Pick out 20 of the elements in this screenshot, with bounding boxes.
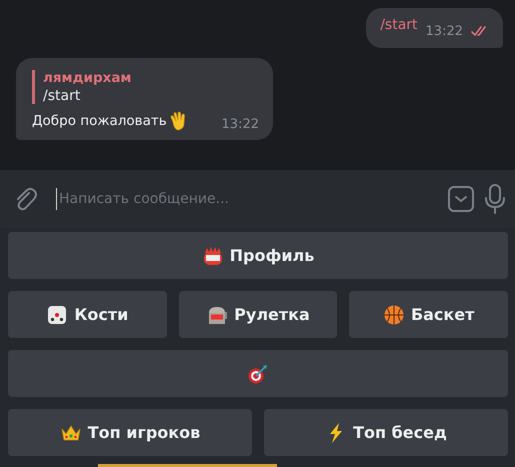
message-text: Добро пожаловать bbox=[32, 113, 167, 129]
basketball-icon bbox=[382, 304, 405, 326]
keyboard-button[interactable]: Кости bbox=[8, 291, 167, 338]
keyboard-button[interactable]: Топ игроков bbox=[8, 409, 252, 456]
reply-author: лямдирхам bbox=[43, 70, 132, 86]
message-time: 13:22 bbox=[222, 116, 259, 132]
keyboard-toggle-icon[interactable] bbox=[447, 185, 475, 213]
message-composer[interactable]: Написать сообщение... bbox=[0, 170, 515, 228]
name-badge-icon bbox=[202, 244, 224, 266]
dice-icon bbox=[46, 304, 68, 326]
reply-quote[interactable]: лямдирхам /start bbox=[32, 70, 259, 104]
microphone-icon[interactable] bbox=[483, 184, 507, 214]
keyboard-button[interactable]: Рулетка bbox=[178, 291, 338, 338]
keyboard-button[interactable]: Профиль bbox=[8, 232, 508, 279]
message-text: /start bbox=[380, 17, 418, 33]
keyboard-button[interactable]: Баскет bbox=[349, 291, 508, 338]
message-time: 13:22 bbox=[426, 24, 463, 38]
reply-text: /start bbox=[43, 88, 82, 104]
keyboard-button[interactable]: Топ бесед bbox=[264, 409, 508, 456]
dart-target-icon bbox=[247, 362, 269, 384]
